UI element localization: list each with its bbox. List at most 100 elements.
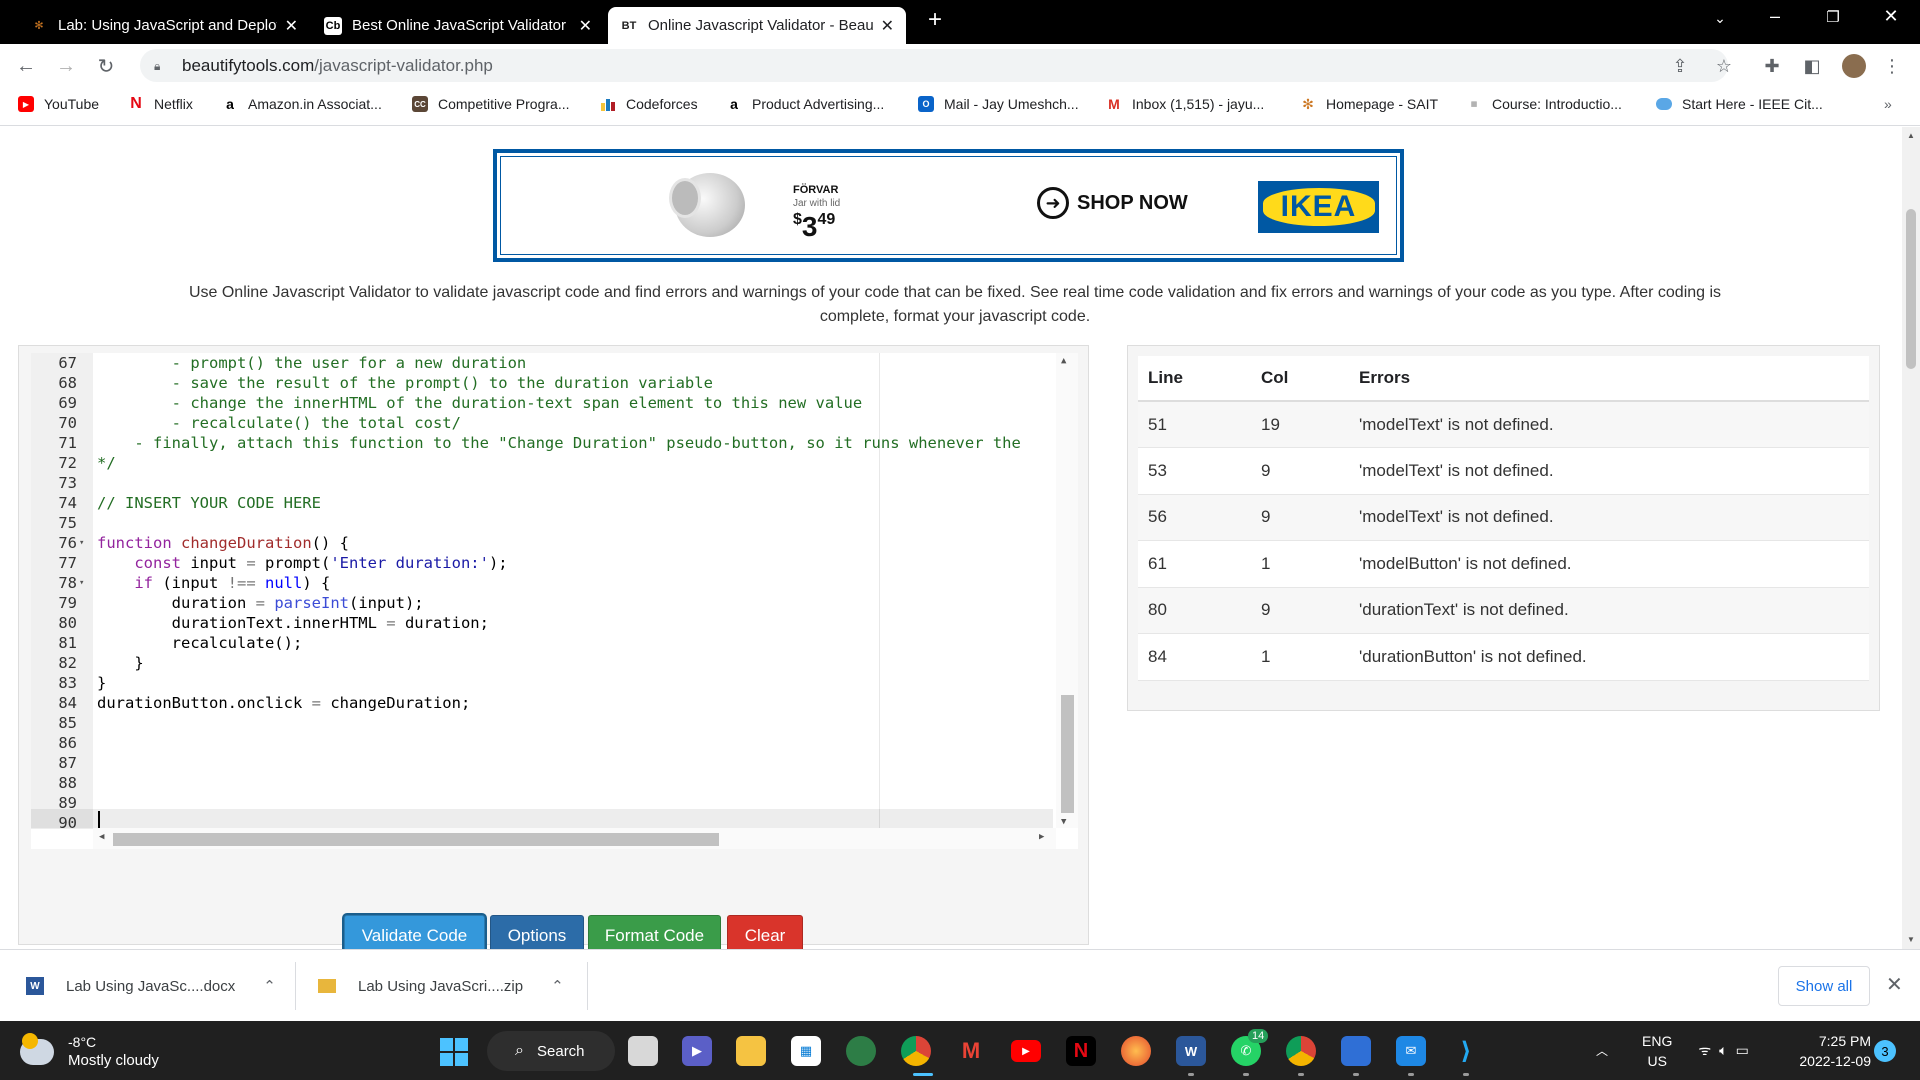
shop-now-button[interactable]: ➜ SHOP NOW — [1037, 187, 1188, 219]
options-button[interactable]: Options — [490, 915, 584, 949]
mail-icon[interactable]: ✉ — [1396, 1036, 1426, 1066]
tab-search-icon[interactable]: ⌄ — [1705, 10, 1735, 27]
bookmark-star-icon[interactable]: ☆ — [1712, 54, 1736, 78]
show-all-button[interactable]: Show all — [1778, 966, 1870, 1006]
error-row[interactable]: 61 1'modelButton' is not defined. — [1138, 540, 1869, 588]
editor-horizontal-scrollbar[interactable]: ◀ ▶ — [93, 828, 1056, 849]
teams-chat-icon[interactable]: ▶ — [682, 1036, 712, 1066]
chevron-up-icon[interactable]: ⌃ — [263, 977, 276, 995]
address-bar[interactable]: 🔒︎ beautifytools.com/javascript-validato… — [140, 49, 1728, 82]
language-indicator[interactable]: ENG US — [1642, 1031, 1672, 1071]
battery-icon[interactable]: ▭ — [1736, 1042, 1749, 1059]
profile-avatar[interactable] — [1842, 54, 1866, 78]
code-line: duration = parseInt(input); — [97, 594, 424, 612]
weather-widget[interactable]: -8°C Mostly cloudy — [20, 1033, 159, 1071]
notepad-icon[interactable] — [1341, 1036, 1371, 1066]
taskbar-search[interactable]: ⌕ Search — [487, 1031, 615, 1071]
chevron-up-icon[interactable]: ︿ — [1596, 1042, 1608, 1059]
netflix-icon[interactable]: N — [1066, 1036, 1096, 1066]
editor-vertical-scrollbar[interactable]: ▲ ▼ — [1056, 353, 1078, 828]
gmail-icon[interactable]: M — [956, 1036, 986, 1066]
bookmark-product-advertising[interactable]: a Product Advertising... — [726, 96, 884, 112]
microsoft-store-icon[interactable]: ▦ — [791, 1036, 821, 1066]
globe-browser-icon[interactable] — [846, 1036, 876, 1066]
bookmark-codeforces[interactable]: Codeforces — [600, 96, 698, 112]
side-panel-icon[interactable]: ◧ — [1800, 54, 1824, 78]
clear-button[interactable]: Clear — [727, 915, 803, 949]
reload-button[interactable]: ↻ — [92, 52, 120, 80]
price-cents: 49 — [817, 211, 836, 228]
volume-icon[interactable]: 🔈︎ — [1719, 1042, 1727, 1059]
scroll-down-arrow-icon[interactable]: ▼ — [1907, 935, 1915, 944]
more-bookmarks-button[interactable]: » — [1884, 96, 1892, 112]
scroll-down-arrow-icon[interactable]: ▼ — [1061, 817, 1066, 827]
menu-icon[interactable]: ⋮ — [1880, 54, 1904, 78]
code-editor[interactable]: 67 68 69 70 71 72 73 74 75 76 ▾ 77 78 ▾ 79 80 81 82 83 84 85… — [31, 353, 1078, 849]
tab-lab-javascript[interactable]: ✻ Lab: Using JavaScript and Deploy ✕ — [18, 7, 310, 44]
tab-online-validator[interactable]: BT Online Javascript Validator - Beau ✕ — [608, 7, 906, 44]
error-row[interactable]: 56 9'modelText' is not defined. — [1138, 494, 1869, 541]
bookmark-sait[interactable]: ✻ Homepage - SAIT — [1300, 96, 1438, 113]
bookmark-amazon-associates[interactable]: a Amazon.in Associat... — [222, 96, 382, 112]
scrollbar-thumb[interactable] — [1906, 209, 1916, 369]
bookmark-mail[interactable]: O Mail - Jay Umeshch... — [918, 96, 1079, 112]
code-line: // INSERT YOUR CODE HERE — [97, 494, 321, 512]
bookmark-netflix[interactable]: N Netflix — [128, 95, 193, 112]
error-col: 1 — [1251, 540, 1349, 588]
youtube-icon[interactable]: ▶ — [1011, 1040, 1041, 1062]
close-shelf-icon[interactable]: ✕ — [1886, 972, 1903, 997]
tab-best-validator[interactable]: Cb Best Online JavaScript Validator ✕ — [312, 7, 604, 44]
scrollbar-thumb[interactable] — [1061, 695, 1074, 813]
start-button-windows-icon[interactable] — [440, 1038, 468, 1066]
bookmark-youtube[interactable]: ▶ YouTube — [18, 96, 99, 112]
task-view-icon[interactable] — [628, 1036, 658, 1066]
forward-button[interactable]: → — [52, 52, 80, 80]
code-line: - recalculate() the total cost/ — [97, 414, 461, 432]
validate-code-button[interactable]: Validate Code — [344, 915, 485, 949]
fold-arrow-icon[interactable]: ▾ — [79, 573, 89, 593]
error-row[interactable]: 51 19'modelText' is not defined. — [1138, 401, 1869, 448]
close-window-button[interactable]: ✕ — [1876, 6, 1906, 27]
bookmark-course[interactable]: ▦ Course: Introductio... — [1466, 96, 1622, 112]
scroll-up-arrow-icon[interactable]: ▲ — [1061, 356, 1066, 366]
bookmark-ieee[interactable]: Start Here - IEEE Cit... — [1656, 96, 1823, 112]
chevron-up-icon[interactable]: ⌃ — [551, 977, 564, 995]
ad-product-name: FÖRVAR — [793, 184, 839, 196]
page-vertical-scrollbar[interactable]: ▲ ▼ — [1902, 127, 1920, 949]
error-row[interactable]: 84 1'durationButton' is not defined. — [1138, 633, 1869, 681]
extensions-icon[interactable]: ✚ — [1760, 54, 1784, 78]
chrome-profile-icon[interactable] — [1286, 1036, 1316, 1066]
fold-arrow-icon[interactable]: ▾ — [79, 533, 89, 553]
vscode-icon[interactable]: ⟩ — [1451, 1036, 1481, 1066]
restore-button[interactable]: ❐ — [1818, 8, 1848, 26]
running-app-indicator — [1353, 1073, 1359, 1076]
ikea-ad-banner[interactable]: FÖRVAR Jar with lid $349 ➜ SHOP NOW IKEA — [493, 149, 1404, 262]
error-row[interactable]: 53 9'modelText' is not defined. — [1138, 447, 1869, 495]
minimize-button[interactable]: – — [1760, 6, 1790, 27]
wifi-icon[interactable]: ᯤ — [1698, 1041, 1711, 1060]
share-icon[interactable]: ⇪ — [1668, 54, 1692, 78]
word-icon[interactable]: W — [1176, 1036, 1206, 1066]
scrollbar-thumb[interactable] — [113, 833, 719, 846]
tab-title: Online Javascript Validator - Beau — [648, 17, 873, 34]
new-tab-button[interactable]: + — [920, 6, 950, 34]
download-item-docx[interactable]: W Lab Using JavaSc....docx ⌃ — [26, 950, 276, 1022]
file-explorer-icon[interactable] — [736, 1036, 766, 1066]
close-tab-icon[interactable]: ✕ — [285, 16, 298, 36]
bookmark-competitive-programming[interactable]: CC Competitive Progra... — [412, 96, 570, 112]
firefox-icon[interactable] — [1121, 1036, 1151, 1066]
scroll-right-arrow-icon[interactable]: ▶ — [1039, 832, 1044, 842]
bookmark-label: YouTube — [44, 96, 100, 112]
back-button[interactable]: ← — [12, 52, 40, 80]
scroll-left-arrow-icon[interactable]: ◀ — [99, 832, 104, 842]
close-tab-icon[interactable]: ✕ — [881, 16, 894, 36]
scroll-up-arrow-icon[interactable]: ▲ — [1907, 131, 1915, 140]
format-code-button[interactable]: Format Code — [588, 915, 721, 949]
notification-badge[interactable]: 3 — [1874, 1040, 1896, 1062]
close-tab-icon[interactable]: ✕ — [579, 16, 592, 36]
clock[interactable]: 7:25 PM 2022-12-09 — [1785, 1031, 1871, 1071]
bookmark-gmail-inbox[interactable]: M Inbox (1,515) - jayu... — [1106, 96, 1264, 112]
download-item-zip[interactable]: Lab Using JavaScri....zip ⌃ — [318, 950, 564, 1022]
error-row[interactable]: 80 9'durationText' is not defined. — [1138, 587, 1869, 634]
chrome-icon[interactable] — [901, 1036, 931, 1066]
